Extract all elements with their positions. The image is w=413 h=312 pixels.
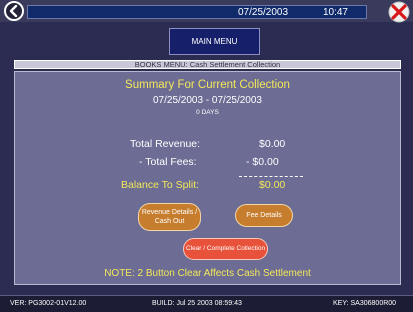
revenue-details-label-line1: Revenue Details / <box>141 209 198 216</box>
total-fees-label: - Total Fees: <box>139 156 197 168</box>
collection-summary-panel: Summary For Current Collection 07/25/200… <box>14 71 401 285</box>
balance-label: Balance To Split: <box>121 179 200 191</box>
total-fees-value: - $0.00 <box>246 156 279 168</box>
clear-collection-button[interactable]: Clear / Complete Collection <box>183 238 268 260</box>
back-arrow-icon <box>9 5 18 17</box>
back-button[interactable] <box>4 1 24 21</box>
breadcrumb: BOOKS MENU: Cash Settlement Collection <box>14 60 401 69</box>
top-bar: 07/25/2003 10:47 <box>0 0 413 23</box>
build-text: BUILD: Jul 25 2003 08:59:43 <box>152 300 242 307</box>
close-button[interactable] <box>388 1 410 23</box>
days-count: 0 DAYS <box>196 109 219 116</box>
balance-value: $0.00 <box>259 179 286 191</box>
status-footer: VER: PG3002-01V12.00 BUILD: Jul 25 2003 … <box>0 295 413 312</box>
total-revenue-value: $0.00 <box>259 138 286 150</box>
time-display: 10:47 <box>322 7 348 18</box>
settlement-note: NOTE: 2 Button Clear Affects Cash Settle… <box>104 268 311 279</box>
date-display: 07/25/2003 <box>238 7 289 18</box>
close-x-icon <box>388 1 410 23</box>
revenue-details-button[interactable]: Revenue Details / Cash Out <box>138 203 201 231</box>
fee-details-button[interactable]: Fee Details <box>235 204 293 227</box>
revenue-details-label-line2: Cash Out <box>154 218 185 225</box>
date-range: 07/25/2003 - 07/25/2003 <box>153 95 262 106</box>
version-text: VER: PG3002-01V12.00 <box>10 300 87 307</box>
main-menu-button[interactable]: MAIN MENU <box>169 28 260 55</box>
date-time-bar: 07/25/2003 10:47 <box>27 5 367 19</box>
key-text: KEY: SA306800R00 <box>333 300 397 307</box>
total-revenue-label: Total Revenue: <box>130 138 201 150</box>
summary-title: Summary For Current Collection <box>125 79 290 91</box>
total-divider <box>239 176 303 177</box>
